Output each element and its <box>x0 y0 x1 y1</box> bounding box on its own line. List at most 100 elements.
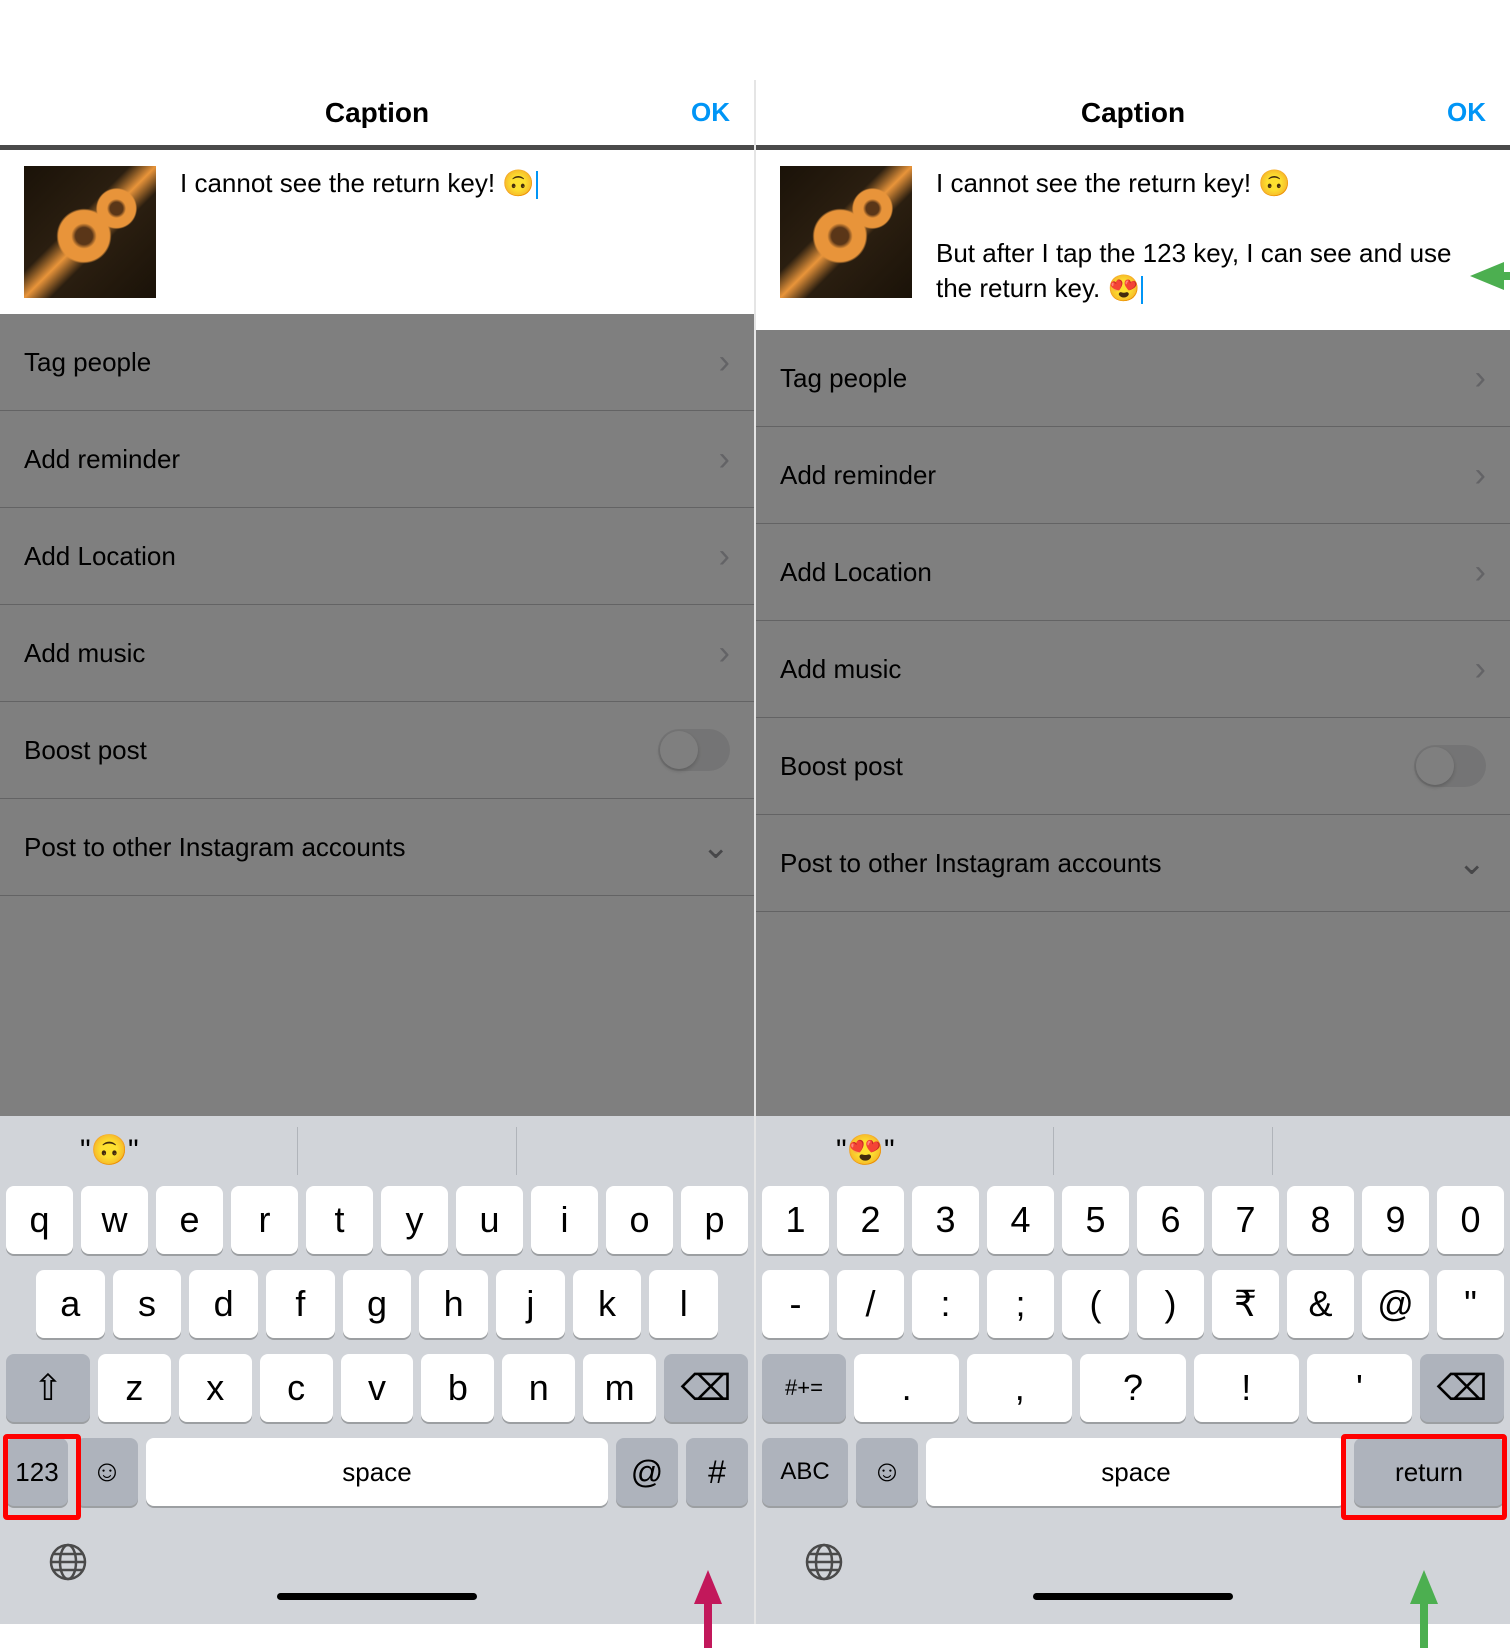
key-w[interactable]: w <box>81 1186 148 1254</box>
option-tag-people[interactable]: Tag people› <box>0 314 754 411</box>
option-add-location[interactable]: Add Location› <box>756 524 1510 621</box>
key-b[interactable]: b <box>421 1354 494 1422</box>
emoji-key[interactable]: ☺ <box>76 1438 138 1506</box>
option-tag-people[interactable]: Tag people› <box>756 330 1510 427</box>
key-@[interactable]: @ <box>1362 1270 1429 1338</box>
suggestion-1[interactable]: "😍" <box>776 1127 1054 1175</box>
key-0[interactable]: 0 <box>1437 1186 1504 1254</box>
key-l[interactable]: l <box>649 1270 718 1338</box>
key-2[interactable]: 2 <box>837 1186 904 1254</box>
chevron-right-icon: › <box>1475 650 1486 689</box>
delete-key[interactable]: ⌫ <box>664 1354 748 1422</box>
option-add-music[interactable]: Add music› <box>0 605 754 702</box>
option-boost-post[interactable]: Boost post <box>756 718 1510 815</box>
key-z[interactable]: z <box>98 1354 171 1422</box>
home-indicator[interactable] <box>277 1593 477 1600</box>
key-x[interactable]: x <box>179 1354 252 1422</box>
key-e[interactable]: e <box>156 1186 223 1254</box>
key-d[interactable]: d <box>189 1270 258 1338</box>
key-1[interactable]: 1 <box>762 1186 829 1254</box>
key-n[interactable]: n <box>502 1354 575 1422</box>
key-k[interactable]: k <box>573 1270 642 1338</box>
key-;[interactable]: ; <box>987 1270 1054 1338</box>
key-7[interactable]: 7 <box>1212 1186 1279 1254</box>
suggestion-3[interactable] <box>1273 1127 1490 1175</box>
chevron-down-icon: ⌄ <box>702 827 731 867</box>
option-add-reminder[interactable]: Add reminder› <box>0 411 754 508</box>
key-'[interactable]: ' <box>1307 1354 1412 1422</box>
boost-toggle[interactable] <box>658 729 730 771</box>
key-y[interactable]: y <box>381 1186 448 1254</box>
key-r[interactable]: r <box>231 1186 298 1254</box>
key-![interactable]: ! <box>1194 1354 1299 1422</box>
key-₹[interactable]: ₹ <box>1212 1270 1279 1338</box>
chevron-right-icon: › <box>1475 553 1486 592</box>
option-post-other[interactable]: Post to other Instagram accounts⌄ <box>756 815 1510 912</box>
at-key[interactable]: @ <box>616 1438 678 1506</box>
globe-icon[interactable] <box>804 1542 844 1592</box>
text-cursor <box>1141 276 1143 304</box>
space-key[interactable]: space <box>926 1438 1346 1506</box>
globe-icon[interactable] <box>48 1542 88 1592</box>
boost-toggle[interactable] <box>1414 745 1486 787</box>
symbols-key[interactable]: #+= <box>762 1354 846 1422</box>
suggestion-bar: "🙃" <box>0 1116 754 1186</box>
key-9[interactable]: 9 <box>1362 1186 1429 1254</box>
post-thumbnail[interactable] <box>24 166 156 298</box>
key-,[interactable]: , <box>967 1354 1072 1422</box>
key-.[interactable]: . <box>854 1354 959 1422</box>
suggestion-1[interactable]: "🙃" <box>20 1127 298 1175</box>
option-boost-post[interactable]: Boost post <box>0 702 754 799</box>
option-add-location[interactable]: Add Location› <box>0 508 754 605</box>
ok-button[interactable]: OK <box>691 97 730 128</box>
shift-key[interactable]: ⇧ <box>6 1354 90 1422</box>
suggestion-2[interactable] <box>1054 1127 1272 1175</box>
key-p[interactable]: p <box>681 1186 748 1254</box>
key-3[interactable]: 3 <box>912 1186 979 1254</box>
key-q[interactable]: q <box>6 1186 73 1254</box>
space-key[interactable]: space <box>146 1438 608 1506</box>
caption-input[interactable]: I cannot see the return key! 🙃 <box>156 166 730 298</box>
key-8[interactable]: 8 <box>1287 1186 1354 1254</box>
caption-area[interactable]: I cannot see the return key! 🙃 <box>0 150 754 314</box>
key-6[interactable]: 6 <box>1137 1186 1204 1254</box>
key-j[interactable]: j <box>496 1270 565 1338</box>
key-u[interactable]: u <box>456 1186 523 1254</box>
key-4[interactable]: 4 <box>987 1186 1054 1254</box>
key-o[interactable]: o <box>606 1186 673 1254</box>
key-?[interactable]: ? <box>1080 1354 1185 1422</box>
key-v[interactable]: v <box>341 1354 414 1422</box>
home-indicator[interactable] <box>1033 1593 1233 1600</box>
option-add-reminder[interactable]: Add reminder› <box>756 427 1510 524</box>
key-a[interactable]: a <box>36 1270 105 1338</box>
option-add-music[interactable]: Add music› <box>756 621 1510 718</box>
hash-key[interactable]: # <box>686 1438 748 1506</box>
key-f[interactable]: f <box>266 1270 335 1338</box>
key-t[interactable]: t <box>306 1186 373 1254</box>
switch-abc-key[interactable]: ABC <box>762 1438 848 1506</box>
key-/[interactable]: / <box>837 1270 904 1338</box>
key-"[interactable]: " <box>1437 1270 1504 1338</box>
ok-button[interactable]: OK <box>1447 97 1486 128</box>
key-5[interactable]: 5 <box>1062 1186 1129 1254</box>
arrow-green-up-icon <box>1410 1570 1438 1604</box>
delete-key[interactable]: ⌫ <box>1420 1354 1504 1422</box>
key--[interactable]: - <box>762 1270 829 1338</box>
suggestion-2[interactable] <box>298 1127 516 1175</box>
caption-input[interactable]: I cannot see the return key! 🙃 But after… <box>912 166 1486 314</box>
caption-area[interactable]: I cannot see the return key! 🙃 But after… <box>756 150 1510 330</box>
option-post-other[interactable]: Post to other Instagram accounts⌄ <box>0 799 754 896</box>
post-thumbnail[interactable] <box>780 166 912 298</box>
key-)[interactable]: ) <box>1137 1270 1204 1338</box>
key-g[interactable]: g <box>343 1270 412 1338</box>
key-h[interactable]: h <box>419 1270 488 1338</box>
key-c[interactable]: c <box>260 1354 333 1422</box>
key-:[interactable]: : <box>912 1270 979 1338</box>
key-&[interactable]: & <box>1287 1270 1354 1338</box>
emoji-key[interactable]: ☺ <box>856 1438 918 1506</box>
suggestion-3[interactable] <box>517 1127 734 1175</box>
key-s[interactable]: s <box>113 1270 182 1338</box>
key-m[interactable]: m <box>583 1354 656 1422</box>
key-([interactable]: ( <box>1062 1270 1129 1338</box>
key-i[interactable]: i <box>531 1186 598 1254</box>
